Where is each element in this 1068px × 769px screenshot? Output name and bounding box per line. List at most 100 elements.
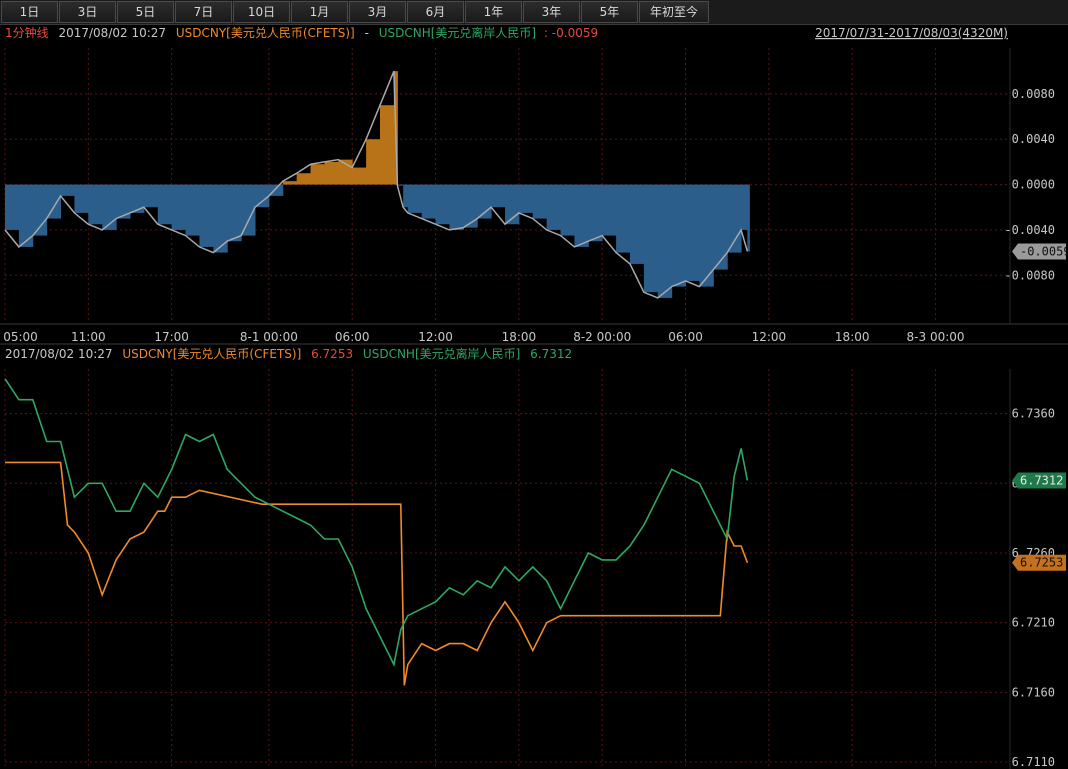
spread-header: 1分钟线 2017/08/02 10:27 USDCNY[美元兑人民币(CFET… [5,25,598,40]
cny-last-value: 6.7253 [1020,556,1063,570]
spread-area-segment [588,184,603,242]
spread-area-segment [282,181,298,185]
tab-6-month[interactable]: 6月 [407,1,464,23]
chart-canvas: 0.0080 0.0040 0.0000 -0.0040 -0.0080 6.7360 6… [0,25,1068,769]
time-tick-label: 11:00 [71,330,106,344]
spread-area-segment [352,167,367,185]
cny-last-value-marker: 6.7253 [1012,554,1066,571]
spread-area-segment [671,184,687,287]
spread-area-segment [171,184,187,230]
spread-area-segment [403,184,409,208]
time-tick-label: 06:00 [668,330,703,344]
spread-area-segment [421,184,437,219]
spread-value: : -0.0059 [544,26,598,40]
spread-timestamp: 2017/08/02 10:27 [58,26,166,40]
tab-7-day[interactable]: 7日 [175,1,232,23]
spread-area-segment [227,184,242,242]
time-tick-label: 12:00 [418,330,453,344]
price-y-axis: 6.73606.73106.72606.72106.71606.7110 [1012,407,1055,769]
spread-y-tick-label: 0.0080 [1012,87,1055,101]
spread-last-value-marker: -0.0059 [1012,243,1068,260]
spread-area-segment [713,184,728,270]
price-y-tick-label: 6.7210 [1012,616,1055,630]
spread-area-segment [560,184,575,236]
spread-y-tick-label: 0.0000 [1012,178,1055,192]
price-y-tick-label: 6.7160 [1012,685,1055,699]
spread-area-segment [46,184,62,219]
price-y-tick-label: 6.7360 [1012,407,1055,421]
time-tick-label: 17:00 [154,330,189,344]
cnh-series-name: USDCNH[美元兑离岸人民币] [363,346,520,361]
spread-area-segment [157,184,173,225]
cny-series-value: 6.7253 [311,347,353,361]
spread-area-segment [727,184,742,253]
cnh-last-value: 6.7312 [1020,473,1063,487]
spread-area-segment [643,184,659,293]
time-tick-label: 8-3 00:00 [907,330,965,344]
tab-10-day[interactable]: 10日 [233,1,290,23]
spread-operator: - [365,26,369,40]
time-tick-label: 8-2 00:00 [573,330,631,344]
interval-label: 1分钟线 [5,25,49,40]
spread-area-segment [630,184,645,264]
spread-area-segment [657,184,673,298]
tab-1-year[interactable]: 1年 [465,1,522,23]
spread-area-segment [532,184,548,219]
spread-y-tick-label: 0.0040 [1012,132,1055,146]
spread-area-segment [380,105,395,185]
spread-area-segment [574,184,589,247]
cnh-price-line [4,378,749,667]
time-tick-label: 18:00 [835,330,870,344]
time-tick-label: 12:00 [752,330,787,344]
time-tick-label: 8-1 00:00 [240,330,298,344]
spread-area-segment [449,184,464,230]
price-y-tick-label: 6.7110 [1012,755,1055,769]
cnh-last-value-marker: 6.7312 [1012,472,1066,489]
tab-1-month[interactable]: 1月 [291,1,348,23]
tab-3-month[interactable]: 3月 [349,1,406,23]
spread-area-segment [74,184,89,213]
spread-area-segment [435,184,450,225]
tab-5-day[interactable]: 5日 [117,1,174,23]
price-timestamp: 2017/08/02 10:27 [5,347,113,361]
spread-area-segment [491,184,506,208]
spread-area-segment [143,184,159,208]
tab-3-year[interactable]: 3年 [523,1,580,23]
spread-area-segment [88,184,103,225]
spread-area-segment [741,184,748,230]
spread-area-segment [546,184,562,230]
spread-y-tick-label: -0.0040 [1004,223,1055,237]
spread-area-segment [685,184,700,281]
spread-area-segment [60,184,75,196]
spread-series-b-name: USDCNH[美元兑离岸人民币] [379,25,536,40]
tab-3-day[interactable]: 3日 [59,1,116,23]
cny-price-line [5,461,749,686]
spread-area-segment [366,139,381,185]
tab-1-day[interactable]: 1日 [1,1,58,23]
spread-area-segment [324,161,339,185]
spread-area-segment [185,184,200,236]
spread-area-segment [255,184,270,208]
spread-y-tick-label: -0.0080 [1004,268,1055,282]
spread-area-segment [518,184,534,213]
spread-area-segment [310,164,325,185]
spread-area-segment [747,184,750,252]
price-header: 2017/08/02 10:27 USDCNY[美元兑人民币(CFETS)] 6… [5,346,572,361]
tab-5-year[interactable]: 5年 [581,1,638,23]
spread-area-segment [407,184,423,213]
spread-area-segment [5,184,20,230]
time-axis: 7-31 05:00 11:00 17:00 8-1 00:00 06:00 12:00 1… [0,330,965,344]
spread-last-value: -0.0059 [1020,244,1068,258]
period-tab-bar: 1日 3日 5日 7日 10日 1月 3月 6月 1年 3年 5年 年初至今 [0,0,1068,25]
date-range-label[interactable]: 2017/07/31-2017/08/03(4320M) [815,26,1008,40]
spread-series-a-name: USDCNY[美元兑人民币(CFETS)] [176,26,355,40]
tab-ytd[interactable]: 年初至今 [639,1,709,23]
spread-area-segment [616,184,631,253]
spread-area-segment [463,184,478,228]
time-tick-label: 7-31 05:00 [0,330,38,344]
spread-area-segment [602,184,617,236]
time-tick-label: 06:00 [335,330,370,344]
spread-area-segment [296,173,312,185]
price-line-plot [4,378,749,686]
cnh-series-value: 6.7312 [530,347,572,361]
